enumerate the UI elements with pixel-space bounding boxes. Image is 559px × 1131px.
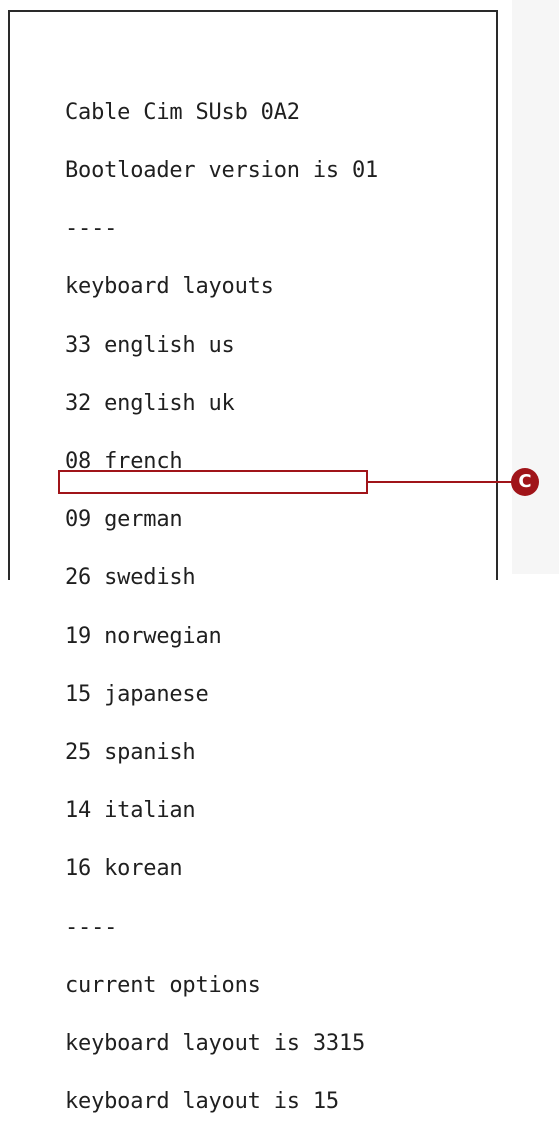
terminal-line-layout-option: 26 swedish (65, 565, 196, 591)
terminal-output: Cable Cim SUsb 0A2 Bootloader version is… (65, 64, 378, 1131)
terminal-line-layout-option: 09 german (65, 507, 183, 533)
terminal-line-layout-option: 14 italian (65, 798, 196, 824)
terminal-line-layout-option: 15 japanese (65, 681, 209, 707)
terminal-line-layout-option: 16 korean (65, 856, 183, 882)
terminal-line-layout-option: 32 english uk (65, 390, 235, 416)
highlight-box (58, 470, 368, 494)
terminal-line-separator: ---- (65, 216, 118, 242)
callout-badge: C (511, 468, 539, 496)
terminal-line-layout-option: 19 norwegian (65, 623, 222, 649)
terminal-line-current-layout: keyboard layout is 3315 (65, 1031, 366, 1057)
terminal-line-device: Cable Cim SUsb 0A2 (65, 99, 300, 125)
terminal-line-layout-option: 25 spanish (65, 740, 196, 766)
terminal-line-options-heading: current options (65, 972, 261, 998)
terminal-line-layouts-heading: keyboard layouts (65, 274, 274, 300)
terminal-line-separator: ---- (65, 914, 118, 940)
callout-connector-line (368, 481, 512, 483)
terminal-line-layout-option: 33 english us (65, 332, 235, 358)
terminal-line-layout-option: 08 french (65, 449, 183, 475)
terminal-line-bootloader: Bootloader version is 01 (65, 158, 379, 184)
terminal-line-highlighted-layout: keyboard layout is 15 (65, 1089, 339, 1115)
